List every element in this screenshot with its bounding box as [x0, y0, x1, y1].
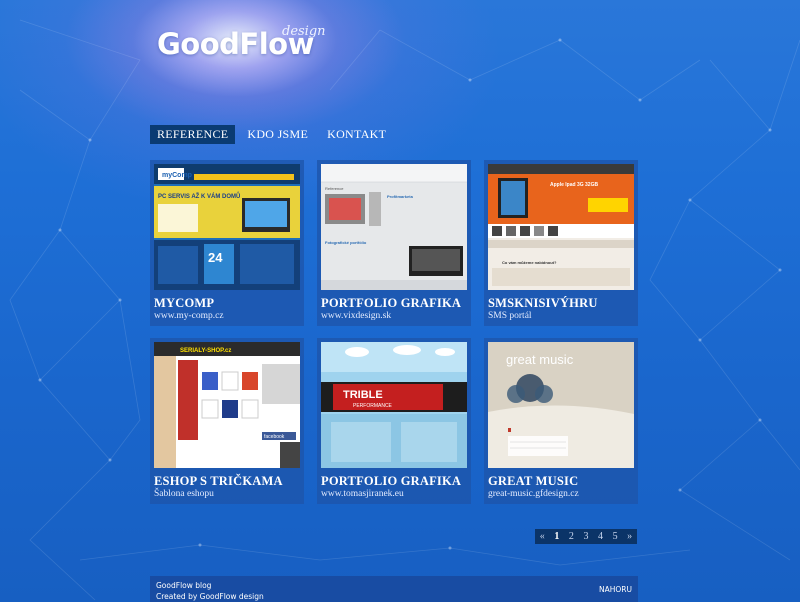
card-title[interactable]: PORTFOLIO GRAFIKA: [321, 474, 461, 489]
reference-card-tomasjiranek[interactable]: TRIBLE PERFORMANCE PORTFOLIO GRAFIKA www…: [317, 338, 471, 504]
nav-kontakt[interactable]: KONTAKT: [320, 125, 393, 144]
thumb-vix-section2: Fotografické portfólio: [325, 240, 367, 245]
card-title[interactable]: ESHOP S TRIČKAMA: [154, 474, 283, 489]
thumb-great-music-logo: great music: [506, 352, 574, 367]
reference-card-mycomp[interactable]: myComp PC SERVIS AŽ K VÁM DOMŮ 24 MYCOMP…: [150, 160, 304, 326]
reference-card-smsknisivyhru[interactable]: Apple Ipad 3G 32GB Co vám můžeme nabídno…: [484, 160, 638, 326]
reference-card-eshop[interactable]: SERIALY-SHOP.cz facebook ESHOP S TRIČKAM…: [150, 338, 304, 504]
nav-kdo-jsme[interactable]: KDO JSME: [240, 125, 315, 144]
thumb-sms-section: Co vám můžeme nabídnout?: [502, 260, 557, 265]
thumbnail[interactable]: great music: [488, 342, 634, 468]
thumb-vix-section1: Profitmarketa: [387, 194, 414, 199]
card-subtitle: www.my-comp.cz: [154, 311, 224, 321]
card-subtitle: Šablona eshopu: [154, 489, 214, 499]
thumb-vix-heading: Reference: [325, 186, 344, 191]
nav-reference[interactable]: REFERENCE: [150, 125, 236, 144]
card-title[interactable]: GREAT MUSIC: [488, 474, 578, 489]
pager-prev[interactable]: «: [539, 531, 546, 542]
thumb-eshop-logo: SERIALY-SHOP.cz: [180, 348, 231, 354]
card-subtitle: www.vixdesign.sk: [321, 311, 392, 321]
reference-card-great-music[interactable]: great music GREAT MUSIC great-music.gfde…: [484, 338, 638, 504]
pager-next[interactable]: »: [626, 531, 633, 542]
thumb-tomas-sub: PERFORMANCE: [353, 403, 393, 409]
pager-page-1[interactable]: 1: [553, 531, 560, 542]
pager-page-4[interactable]: 4: [597, 531, 604, 542]
footer-credit: Created by GoodFlow design: [156, 592, 264, 601]
thumb-tomas-brand: TRIBLE: [343, 389, 383, 401]
pagination: « 1 2 3 4 5 »: [535, 529, 637, 544]
footer-blog-link[interactable]: GoodFlow blog: [156, 581, 211, 590]
thumb-mycomp-logo: myComp: [162, 172, 192, 179]
pager-page-2[interactable]: 2: [568, 531, 575, 542]
reference-card-vixdesign[interactable]: Reference Profitmarketa Fotografické por…: [317, 160, 471, 326]
thumbnail[interactable]: SERIALY-SHOP.cz facebook: [154, 342, 300, 468]
thumb-mycomp-headline: PC SERVIS AŽ K VÁM DOMŮ: [158, 192, 240, 200]
card-subtitle: SMS portál: [488, 311, 532, 321]
card-title[interactable]: MYCOMP: [154, 296, 214, 311]
thumbnail[interactable]: Reference Profitmarketa Fotografické por…: [321, 164, 467, 290]
card-title[interactable]: PORTFOLIO GRAFIKA: [321, 296, 461, 311]
thumbnail[interactable]: TRIBLE PERFORMANCE: [321, 342, 467, 468]
card-subtitle: great-music.gfdesign.cz: [488, 489, 579, 499]
thumbnail[interactable]: Apple Ipad 3G 32GB Co vám můžeme nabídno…: [488, 164, 634, 290]
logo-subtitle: design: [282, 24, 326, 39]
card-subtitle: www.tomasjiranek.eu: [321, 489, 404, 499]
back-to-top-link[interactable]: NAHORU: [599, 585, 632, 594]
thumb-sms-headline: Apple Ipad 3G 32GB: [550, 182, 598, 188]
pager-page-3[interactable]: 3: [582, 531, 589, 542]
footer: GoodFlow blog Created by GoodFlow design…: [150, 576, 638, 602]
card-title[interactable]: SMSKNISIVÝHRU: [488, 296, 598, 311]
pager-page-5[interactable]: 5: [612, 531, 619, 542]
thumb-eshop-facebook: facebook: [264, 434, 285, 440]
main-nav: REFERENCE KDO JSME KONTAKT: [150, 125, 398, 144]
thumbnail[interactable]: myComp PC SERVIS AŽ K VÁM DOMŮ 24: [154, 164, 300, 290]
thumb-mycomp-number: 24: [208, 250, 223, 265]
